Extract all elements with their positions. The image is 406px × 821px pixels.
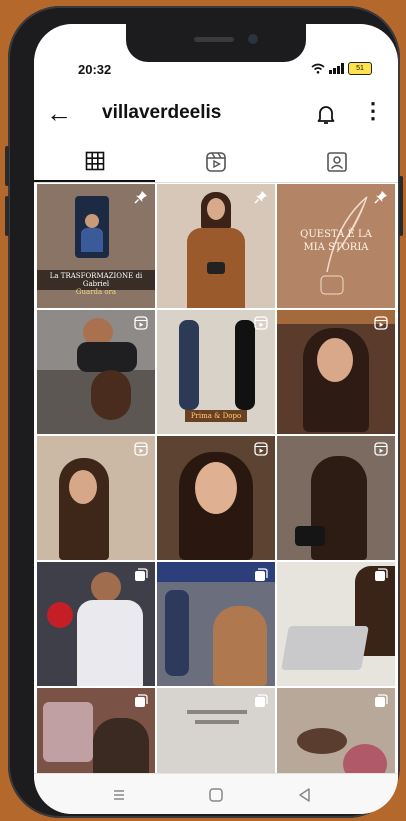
phone-frame: 20:32 51 ← villaverdeelis ⋮ La TRASFORMA… — [5, 6, 403, 818]
person-figure — [317, 338, 353, 382]
post-thumbnail[interactable] — [157, 562, 275, 686]
screen: 20:32 51 ← villaverdeelis ⋮ La TRASFORMA… — [34, 24, 398, 814]
power-button — [399, 176, 403, 236]
post-thumbnail[interactable] — [157, 436, 275, 560]
carousel-icon — [255, 568, 268, 581]
post-overlay-title: Prima & Dopo — [185, 410, 247, 422]
profile-tabs — [34, 142, 398, 183]
home-icon[interactable] — [207, 786, 225, 804]
person-figure — [91, 572, 121, 602]
profile-username: villaverdeelis — [102, 102, 222, 123]
person-figure — [235, 320, 255, 410]
reel-icon — [134, 442, 148, 456]
system-navigation-bar — [34, 773, 398, 814]
volume-up-button — [5, 146, 9, 186]
post-thumbnail[interactable] — [37, 562, 155, 686]
pin-icon — [254, 191, 267, 204]
front-camera — [248, 34, 258, 44]
post-thumbnail[interactable] — [157, 184, 275, 308]
carousel-icon — [375, 568, 388, 581]
post-thumbnail[interactable] — [37, 310, 155, 434]
volume-down-button — [5, 196, 9, 236]
back-arrow-icon[interactable]: ← — [44, 98, 74, 128]
carousel-icon — [375, 694, 388, 707]
person-figure — [207, 198, 225, 220]
person-figure — [179, 320, 199, 410]
post-thumbnail[interactable] — [37, 436, 155, 560]
person-figure — [165, 590, 189, 676]
person-figure — [69, 470, 97, 504]
boxing-glove-photo — [47, 602, 73, 628]
text-line-graphic — [195, 720, 239, 724]
post-overlay-title: QUESTA È LA MIA STORIA — [300, 229, 372, 253]
pin-icon — [374, 191, 387, 204]
tab-tagged[interactable] — [276, 142, 397, 182]
post-thumbnail[interactable]: Prima & Dopo — [157, 310, 275, 434]
more-options-icon[interactable]: ⋮ — [362, 98, 384, 124]
post-overlay-subtitle: Guarda ora — [75, 288, 117, 296]
post-thumbnail[interactable]: QUESTA È LA MIA STORIA — [277, 184, 395, 308]
clothes-photo — [43, 702, 93, 762]
laptop-photo — [281, 626, 369, 670]
notch — [126, 24, 306, 62]
person-figure — [195, 462, 237, 514]
status-time: 20:32 — [78, 62, 112, 77]
signal-icon — [329, 63, 344, 74]
person-figure — [77, 342, 137, 372]
text-line-graphic — [187, 710, 247, 714]
pin-icon — [134, 191, 147, 204]
reel-icon — [254, 316, 268, 330]
tab-reels[interactable] — [155, 142, 276, 182]
post-thumbnail[interactable] — [277, 562, 395, 686]
bell-icon[interactable] — [314, 102, 338, 126]
carousel-icon — [135, 568, 148, 581]
carousel-icon — [135, 694, 148, 707]
person-figure — [81, 228, 103, 252]
status-icons: 51 — [311, 62, 372, 75]
reel-icon — [374, 442, 388, 456]
post-thumbnail[interactable]: La TRASFORMAZIONE di Gabriel Guarda ora — [37, 184, 155, 308]
grid-tab-icon — [85, 151, 104, 171]
hair-photo — [213, 606, 267, 686]
recent-apps-icon[interactable] — [110, 786, 128, 804]
camera-photo — [207, 262, 225, 274]
tagged-tab-icon — [326, 152, 347, 172]
wifi-icon — [311, 63, 325, 74]
reel-icon — [134, 316, 148, 330]
tab-grid[interactable] — [34, 142, 155, 182]
status-bar: 20:32 51 — [34, 62, 398, 84]
speaker — [194, 37, 234, 42]
hair-photo — [91, 370, 131, 420]
post-thumbnail[interactable] — [277, 310, 395, 434]
post-thumbnail[interactable] — [277, 436, 395, 560]
back-nav-icon[interactable] — [296, 786, 314, 804]
camera-photo — [295, 526, 325, 546]
reel-icon — [254, 442, 268, 456]
profile-header: ← villaverdeelis ⋮ — [34, 94, 398, 134]
person-figure — [77, 600, 143, 686]
reel-icon — [374, 316, 388, 330]
posts-grid: La TRASFORMAZIONE di Gabriel Guarda ora … — [37, 184, 395, 812]
battery-icon: 51 — [348, 62, 372, 75]
person-figure — [85, 214, 99, 228]
post-overlay-title: La TRASFORMAZIONE di Gabriel — [37, 270, 155, 290]
hat-photo — [297, 728, 347, 754]
carousel-icon — [255, 694, 268, 707]
reels-tab-icon — [205, 152, 226, 172]
